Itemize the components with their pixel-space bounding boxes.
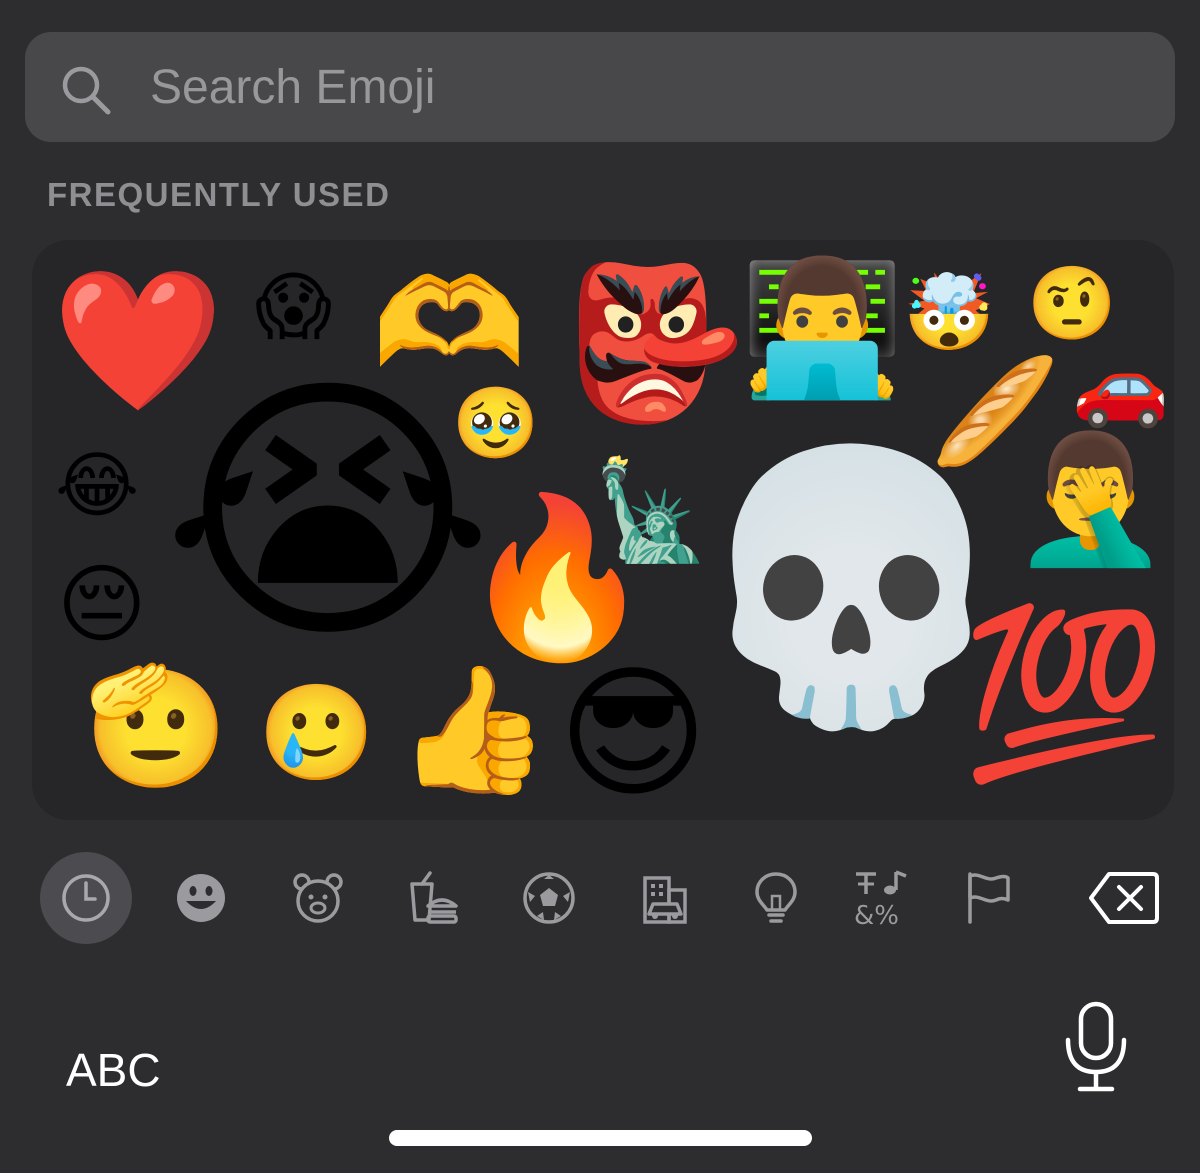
emoji-exploding-head[interactable]: 🤯 xyxy=(903,276,995,350)
emoji-face-screaming-in-fear[interactable]: 😱 xyxy=(255,270,332,344)
microphone-icon[interactable] xyxy=(1060,1000,1132,1094)
search-input[interactable]: Search Emoji xyxy=(150,56,435,120)
recents-clock-icon[interactable] xyxy=(40,852,132,944)
emoji-pleading-face[interactable]: 🥹 xyxy=(452,388,539,458)
emoji-goblin[interactable]: 👺 xyxy=(562,270,746,418)
emoji-automobile[interactable]: 🚗 xyxy=(1072,346,1169,424)
emoji-face-with-tears-of-joy[interactable]: 😂 xyxy=(55,450,139,522)
smileys-face-icon[interactable] xyxy=(155,852,247,944)
search-icon xyxy=(62,66,111,115)
animals-bear-icon[interactable] xyxy=(272,852,364,944)
emoji-man-facepalming[interactable]: 🤦‍♂️ xyxy=(1012,436,1169,562)
section-title: FREQUENTLY USED xyxy=(47,176,391,213)
objects-lightbulb-icon[interactable] xyxy=(730,852,822,944)
emoji-loudly-crying-face[interactable]: 😭 xyxy=(162,372,494,656)
symbols-icon[interactable]: &% xyxy=(836,852,928,944)
emoji-face-with-raised-eyebrow[interactable]: 🤨 xyxy=(1027,268,1117,340)
svg-text:&%: &% xyxy=(854,901,899,928)
emoji-keyboard: Search Emoji FREQUENTLY USED ❤️ 😱 🫶 👺 👨‍… xyxy=(0,0,1200,1173)
emoji-thumbs-up[interactable]: 👍 xyxy=(396,668,550,792)
emoji-fire[interactable]: 🔥 xyxy=(460,500,654,656)
emoji-pensive-face[interactable]: 😔 xyxy=(57,562,147,648)
activity-soccer-ball-icon[interactable] xyxy=(503,852,595,944)
travel-building-car-icon[interactable] xyxy=(619,852,711,944)
emoji-smiling-face-with-sunglasses[interactable]: 😎 xyxy=(558,662,708,806)
food-drink-icon[interactable] xyxy=(388,852,480,944)
emoji-man-technologist[interactable]: 👨‍💻 xyxy=(740,262,904,394)
abc-keyboard-button[interactable]: ABC xyxy=(66,1042,161,1098)
emoji-saluting-face[interactable]: 🫡 xyxy=(84,668,228,784)
delete-backspace-icon[interactable] xyxy=(1082,852,1166,944)
emoji-face-holding-back-tears[interactable]: 🥲 xyxy=(258,686,375,780)
flags-icon[interactable] xyxy=(942,852,1034,944)
home-indicator[interactable] xyxy=(389,1130,812,1146)
emoji-hundred-points[interactable]: 💯 xyxy=(962,612,1166,776)
